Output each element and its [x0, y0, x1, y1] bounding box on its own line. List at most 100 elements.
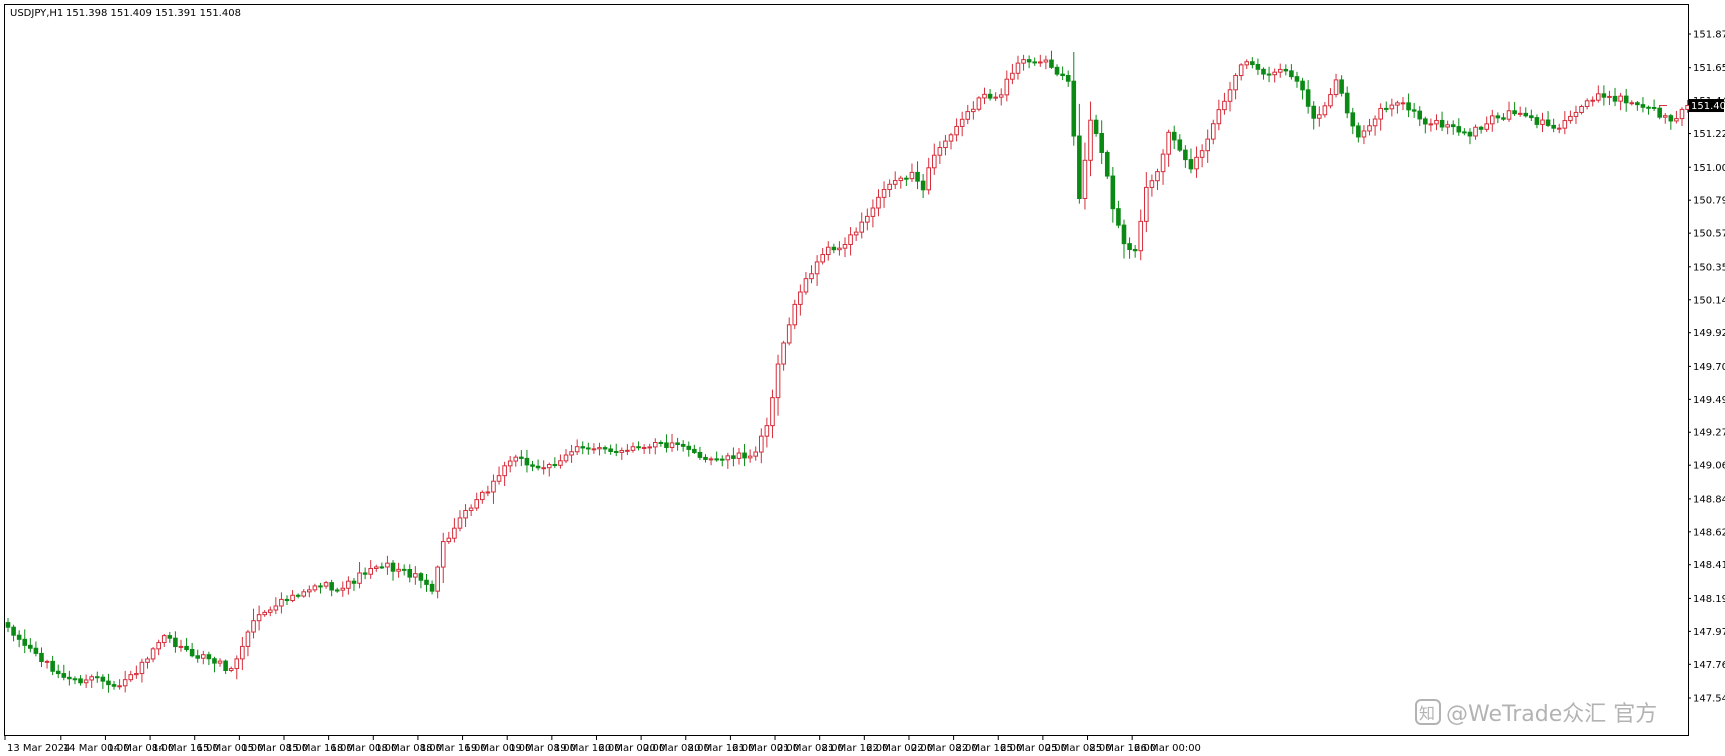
candle-body: [1484, 123, 1490, 130]
watermark: 知 @WeTrade众汇 官方: [1415, 699, 1657, 727]
candle-body: [340, 587, 346, 591]
candle-body: [1395, 102, 1400, 106]
candle-body: [1439, 119, 1445, 128]
candle-body: [440, 541, 446, 568]
candle-body: [1651, 106, 1657, 109]
candle-body: [1601, 93, 1607, 98]
candle-body: [234, 658, 240, 670]
candle-body: [530, 464, 535, 467]
candle-body: [558, 460, 563, 466]
candle-body: [201, 654, 206, 659]
candle-body: [1127, 243, 1132, 250]
plot-area[interactable]: [4, 4, 1689, 736]
price-tick-label: 147.975: [1693, 627, 1725, 638]
candle-body: [831, 246, 837, 251]
candle-body: [1210, 123, 1216, 140]
candle-body: [329, 582, 334, 591]
candle-body: [290, 594, 295, 602]
time-tick-label: 13 Mar 2024: [7, 743, 70, 754]
candle-body: [848, 234, 853, 245]
candle-body: [418, 573, 424, 581]
candle-body: [1383, 107, 1389, 110]
candle-body: [1166, 131, 1171, 155]
candle-body: [580, 446, 586, 449]
candle-body: [1467, 131, 1473, 137]
candle-body: [212, 658, 217, 664]
candle-body: [1216, 109, 1222, 125]
price-axis: 151.875151.655151.440151.225151.005150.7…: [1688, 30, 1725, 705]
candle-body: [1590, 99, 1596, 102]
candle-body: [189, 649, 195, 657]
chart-window[interactable]: USDJPY,H1 151.398 151.409 151.391 151.40…: [0, 0, 1725, 756]
candle-body: [50, 660, 55, 672]
candle-body: [407, 568, 413, 578]
candle-body: [959, 118, 965, 127]
candle-body: [1489, 115, 1495, 125]
candle-body: [463, 509, 468, 519]
candle-body: [1423, 118, 1428, 125]
symbol-timeframe-label: USDJPY,H1: [10, 8, 63, 19]
candle-body: [1032, 61, 1038, 64]
candle-body: [5, 622, 11, 628]
candle-body: [781, 342, 786, 365]
candle-body: [1322, 105, 1328, 116]
candle-body: [937, 147, 943, 156]
price-tick-label: 148.410: [1693, 560, 1725, 571]
candle-body: [284, 598, 290, 602]
price-tick-label: 150.790: [1693, 196, 1725, 207]
candle-body: [178, 645, 184, 648]
price-tick-label: 148.190: [1693, 594, 1725, 605]
candle-body: [630, 446, 636, 451]
candle-body: [256, 614, 262, 622]
candle-body: [385, 562, 390, 568]
candle-body: [373, 566, 379, 569]
candle-body: [1596, 93, 1601, 101]
candle-body: [1623, 95, 1629, 104]
candle-body: [435, 566, 440, 592]
candle-body: [1244, 61, 1250, 66]
price-tick-label: 151.225: [1693, 129, 1725, 140]
candle-body: [1272, 71, 1277, 76]
candle-body: [759, 435, 764, 453]
candle-body: [100, 676, 106, 682]
candle-body: [1417, 110, 1423, 120]
candle-body: [524, 457, 530, 466]
candle-body: [1679, 108, 1685, 120]
candle-body: [569, 451, 574, 456]
candle-body: [1456, 126, 1462, 133]
candle-body: [1266, 73, 1272, 76]
candle-body: [982, 93, 987, 99]
candle-body: [262, 611, 267, 616]
candle-body: [1043, 59, 1049, 63]
candle-body: [1311, 105, 1317, 119]
candle-body: [664, 442, 669, 448]
candle-body: [1501, 117, 1506, 120]
candle-body: [1378, 107, 1383, 120]
price-tick-label: 151.875: [1693, 30, 1725, 41]
candle-body: [83, 679, 89, 684]
candle-body: [731, 455, 736, 459]
candle-body: [853, 231, 859, 236]
candle-body: [318, 585, 323, 588]
watermark-text: @WeTrade众汇 官方: [1446, 702, 1657, 727]
candle-body: [1328, 94, 1333, 107]
candle-body: [1495, 115, 1501, 119]
candle-body: [842, 243, 848, 249]
candle-body: [647, 446, 653, 449]
candle-body: [1372, 118, 1378, 127]
candle-body: [1171, 131, 1177, 141]
candle-body: [496, 475, 502, 482]
candle-body: [1283, 68, 1289, 72]
candle-body: [1646, 106, 1651, 109]
candle-body: [1674, 118, 1679, 122]
candle-body: [1685, 105, 1690, 110]
candle-body: [764, 425, 770, 437]
candle-body: [909, 171, 915, 180]
price-tick-label: 150.140: [1693, 295, 1725, 306]
candle-body: [184, 645, 189, 651]
candle-body: [39, 652, 44, 663]
price-tick-label: 149.490: [1693, 395, 1725, 406]
candle-body: [452, 527, 457, 539]
price-tick-label: 151.005: [1693, 163, 1725, 174]
candle-body: [1333, 79, 1339, 96]
